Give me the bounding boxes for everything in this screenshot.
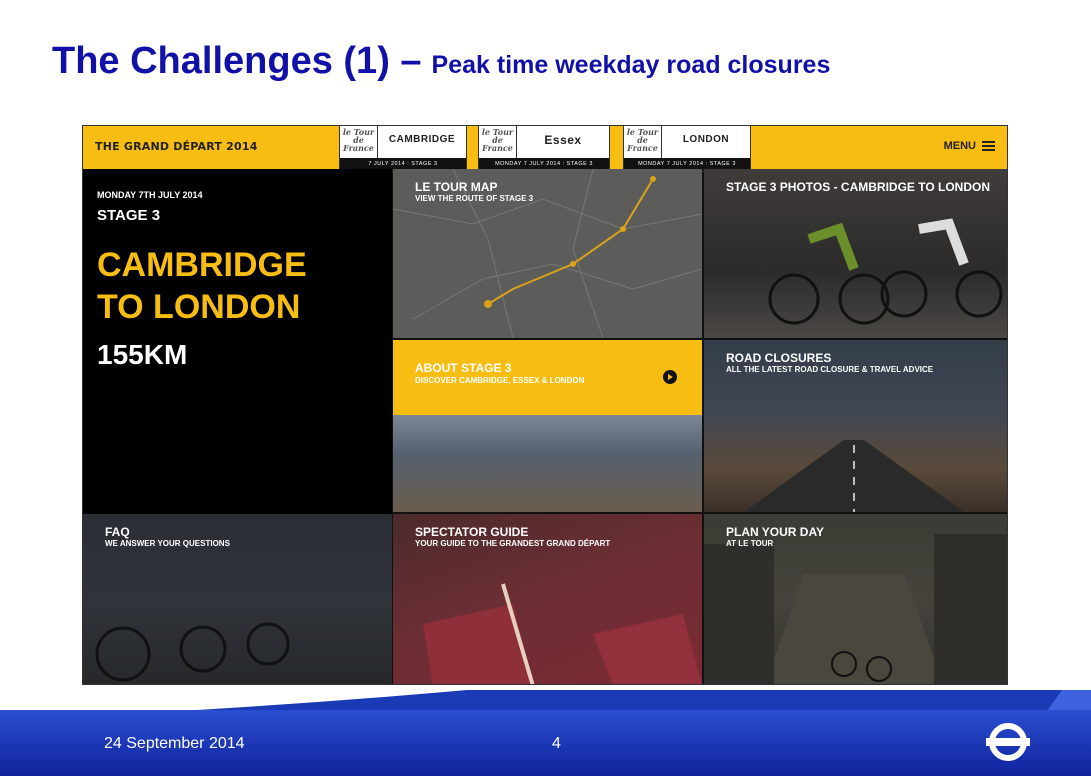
- logo-name-essex: Essex: [544, 132, 582, 147]
- tile-title: ROAD CLOSURES: [726, 351, 832, 365]
- tile-subtitle: ALL THE LATEST ROAD CLOSURE & TRAVEL ADV…: [726, 365, 934, 374]
- tile-title: ABOUT STAGE 3: [415, 361, 512, 375]
- hamburger-menu-icon: [982, 141, 995, 151]
- website-screenshot: THE GRAND DÉPART 2014 le Tour de France …: [82, 125, 1008, 685]
- tile-subtitle: AT LE TOUR: [726, 539, 774, 548]
- footer-date: 24 September 2014: [104, 735, 245, 752]
- logo-london[interactable]: le Tour de France LONDON MONDAY 7 JULY 2…: [623, 126, 751, 172]
- tile-plan-your-day[interactable]: PLAN YOUR DAY AT LE TOUR: [704, 514, 1007, 684]
- logo-name-cambridge: CAMBRIDGE: [388, 134, 456, 145]
- tfl-roundel-icon: [986, 723, 1030, 761]
- stage-distance: 155KM: [97, 339, 188, 370]
- site-header: THE GRAND DÉPART 2014 le Tour de France …: [83, 126, 1007, 172]
- london-aerial-photo: [393, 415, 702, 512]
- slide-title-main: The Challenges (1) –: [52, 40, 422, 82]
- cyclists-photo: [768, 218, 1003, 325]
- tile-subtitle: WE ANSWER YOUR QUESTIONS: [105, 539, 230, 548]
- page-number: 4: [552, 735, 561, 752]
- logo-name-london: LONDON: [682, 134, 730, 145]
- tdf-logo-london: le Tour de France: [624, 126, 662, 158]
- menu-button[interactable]: MENU: [944, 140, 995, 152]
- tile-tour-map[interactable]: LE TOUR MAP VIEW THE ROUTE OF STAGE 3: [393, 169, 702, 338]
- stage-route: CAMBRIDGE TO LONDON: [97, 246, 307, 326]
- tile-about-stage[interactable]: ABOUT STAGE 3 DISCOVER CAMBRIDGE, ESSEX …: [393, 340, 702, 512]
- tdf-logo-cambridge: le Tour de France: [340, 126, 378, 158]
- stage-info-panel: MONDAY 7TH JULY 2014 STAGE 3 CAMBRIDGE T…: [83, 169, 392, 514]
- tile-title: FAQ: [105, 525, 130, 539]
- tile-road-closures[interactable]: ROAD CLOSURES ALL THE LATEST ROAD CLOSUR…: [704, 340, 1007, 512]
- slide-footer: 24 September 2014 4: [0, 710, 1091, 776]
- site-brand[interactable]: THE GRAND DÉPART 2014: [95, 140, 258, 153]
- tile-title: PLAN YOUR DAY: [726, 525, 825, 539]
- tdf-logo-essex: le Tour de France: [479, 126, 517, 158]
- slide-title: The Challenges (1) – Peak time weekday ro…: [52, 40, 830, 83]
- stage-number: STAGE 3: [97, 207, 161, 224]
- slide-title-subtitle: Peak time weekday road closures: [431, 51, 831, 79]
- stage-date: MONDAY 7TH JULY 2014: [97, 190, 203, 200]
- tile-subtitle: YOUR GUIDE TO THE GRANDEST GRAND DÉPART: [415, 539, 611, 548]
- tile-faq[interactable]: FAQ WE ANSWER YOUR QUESTIONS: [83, 514, 392, 684]
- tile-subtitle: DISCOVER CAMBRIDGE, ESSEX & LONDON: [415, 376, 585, 385]
- logo-essex[interactable]: le Tour de France Essex MONDAY 7 JULY 20…: [478, 126, 610, 172]
- menu-label: MENU: [943, 140, 976, 152]
- tile-title: SPECTATOR GUIDE: [415, 525, 529, 539]
- tile-subtitle: VIEW THE ROUTE OF STAGE 3: [415, 194, 534, 203]
- arrow-right-icon[interactable]: [663, 370, 677, 384]
- tile-title: LE TOUR MAP: [415, 180, 498, 194]
- logo-cambridge[interactable]: le Tour de France CAMBRIDGE 7 JULY 2014 …: [339, 126, 467, 172]
- tile-stage-photos[interactable]: STAGE 3 PHOTOS - CAMBRIDGE TO LONDON: [704, 169, 1007, 338]
- tile-title: STAGE 3 PHOTOS - CAMBRIDGE TO LONDON: [726, 180, 991, 194]
- tile-spectator-guide[interactable]: SPECTATOR GUIDE YOUR GUIDE TO THE GRANDE…: [393, 514, 702, 684]
